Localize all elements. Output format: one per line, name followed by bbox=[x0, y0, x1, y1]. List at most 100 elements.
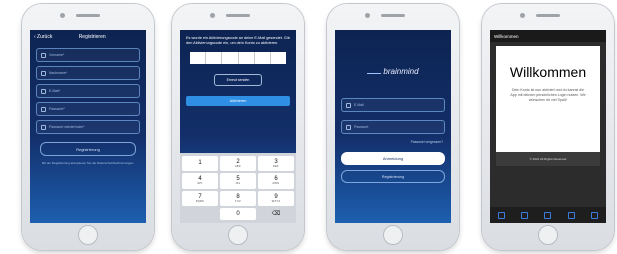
activate-button[interactable]: Aktivieren bbox=[186, 96, 290, 107]
mail-icon bbox=[41, 88, 46, 94]
camera-icon bbox=[365, 13, 370, 18]
key-number: 9 bbox=[274, 193, 278, 200]
home-button[interactable] bbox=[383, 225, 403, 245]
email-field[interactable]: E-Mail bbox=[341, 98, 445, 112]
key-letters: TUV bbox=[235, 199, 241, 203]
password-field[interactable]: Passwort* bbox=[36, 102, 140, 116]
page-title: Registrieren bbox=[78, 34, 106, 40]
key-letters: MNO bbox=[272, 182, 280, 186]
code-digit-box[interactable] bbox=[190, 52, 207, 65]
key-number: 7 bbox=[198, 193, 202, 200]
first-name-field[interactable]: Vorname* bbox=[36, 48, 140, 62]
profile-icon[interactable] bbox=[590, 211, 598, 219]
terms-text: Mit der Registrierung akzeptieren Sie di… bbox=[41, 161, 135, 165]
lock-icon bbox=[41, 124, 46, 130]
back-button[interactable]: ‹ Zurück bbox=[34, 34, 52, 40]
home-button[interactable] bbox=[78, 225, 98, 245]
code-digit-box[interactable] bbox=[206, 52, 223, 65]
welcome-screen: Willkommen Willkommen Dein Konto ist nun… bbox=[490, 30, 606, 223]
activation-info-text: Es wurde ein Aktivierungscode an deine E… bbox=[186, 36, 290, 46]
key-letters: DEF bbox=[273, 164, 279, 168]
camera-icon bbox=[210, 13, 215, 18]
nav-bar: ‹ Zurück Registrieren bbox=[30, 30, 146, 44]
login-screen: brainmind E-Mail Passwort Passwort verge… bbox=[335, 30, 451, 223]
activation-screen: Es wurde ein Aktivierungscode an deine E… bbox=[180, 30, 296, 223]
field-placeholder: Passwort* bbox=[49, 107, 65, 111]
welcome-card: Willkommen Dein Konto ist nun aktiviert … bbox=[496, 46, 600, 152]
key-letters: PQRS bbox=[195, 199, 205, 203]
backspace-icon: ⌫ bbox=[271, 211, 281, 218]
email-field[interactable]: E-Mail* bbox=[36, 84, 140, 98]
speaker-grille bbox=[381, 14, 405, 17]
password-field[interactable]: Passwort bbox=[341, 120, 445, 134]
register-screen: ‹ Zurück Registrieren Vorname* Nachname*… bbox=[30, 30, 146, 223]
key-letters: JKL bbox=[235, 182, 241, 186]
field-placeholder: E-Mail* bbox=[49, 89, 61, 93]
password-repeat-field[interactable]: Passwort wiederholen* bbox=[36, 120, 140, 134]
key-2[interactable]: 2 ABC bbox=[220, 156, 256, 172]
field-placeholder: Passwort wiederholen* bbox=[49, 125, 85, 129]
brand-logo: brainmind bbox=[335, 66, 451, 76]
camera-icon bbox=[60, 13, 65, 18]
code-digit-box[interactable] bbox=[239, 52, 255, 65]
home-button[interactable] bbox=[538, 225, 558, 245]
key-8[interactable]: 8 TUV bbox=[220, 190, 256, 207]
speaker-grille bbox=[76, 14, 100, 17]
user-icon bbox=[41, 70, 46, 76]
key-0[interactable]: 0 bbox=[220, 208, 256, 220]
numeric-keypad: 1 2 ABC 3 DEF 4 GHI 5 JKL 6 MNO 7 PQRS 8 TUV 9W… bbox=[180, 153, 296, 223]
register-button[interactable]: Registrierung bbox=[341, 170, 445, 183]
code-digit-box[interactable] bbox=[222, 52, 239, 65]
home-icon[interactable] bbox=[498, 211, 506, 219]
key-7[interactable]: 7 PQRS bbox=[182, 190, 218, 207]
forgot-password-link[interactable]: Passwort vergessen? bbox=[335, 140, 443, 144]
home-button[interactable] bbox=[228, 225, 248, 245]
key-letters: ABC bbox=[234, 164, 242, 168]
welcome-text: Dein Konto ist nun aktiviert und du kann… bbox=[510, 88, 586, 102]
tab-bar bbox=[490, 207, 606, 223]
key-6[interactable]: 6 MNO bbox=[258, 173, 294, 189]
field-placeholder: Passwort bbox=[354, 125, 369, 129]
code-digit-box[interactable] bbox=[255, 52, 271, 65]
key-number: 8 bbox=[236, 193, 240, 200]
key-letters: WXYZ bbox=[271, 199, 281, 203]
chart-icon[interactable] bbox=[544, 211, 552, 219]
logo-text: brainmind bbox=[383, 67, 419, 76]
key-number: 1 bbox=[198, 160, 202, 167]
lock-icon bbox=[346, 124, 351, 130]
key-9[interactable]: 9 WXYZ bbox=[258, 190, 294, 207]
key-5[interactable]: 5 JKL bbox=[220, 173, 256, 189]
field-placeholder: Vorname* bbox=[49, 53, 65, 57]
calendar-icon[interactable] bbox=[521, 211, 529, 219]
backspace-key[interactable]: ⌫ bbox=[258, 208, 294, 220]
lock-icon bbox=[41, 106, 46, 112]
resend-button[interactable]: Erneut senden bbox=[214, 74, 262, 87]
list-icon[interactable] bbox=[567, 211, 575, 219]
copyright-text: © 2021 All Rights Reserved bbox=[496, 152, 600, 166]
activation-code-input[interactable] bbox=[190, 52, 286, 65]
camera-icon bbox=[520, 13, 525, 18]
speaker-grille bbox=[226, 14, 250, 17]
code-digit-box[interactable] bbox=[271, 52, 286, 64]
login-button[interactable]: Anmeldung bbox=[341, 152, 445, 165]
register-button[interactable]: Registrierung bbox=[40, 142, 136, 156]
top-bar-title: Willkommen bbox=[490, 30, 606, 42]
key-blank bbox=[182, 208, 218, 220]
key-letters: GHI bbox=[197, 182, 203, 186]
phone-frame-activation: Es wurde ein Aktivierungscode an deine E… bbox=[172, 4, 304, 250]
mail-icon bbox=[346, 102, 351, 108]
field-placeholder: E-Mail bbox=[354, 103, 364, 107]
phone-frame-register: ‹ Zurück Registrieren Vorname* Nachname*… bbox=[22, 4, 154, 250]
speaker-grille bbox=[536, 14, 560, 17]
key-3[interactable]: 3 DEF bbox=[258, 156, 294, 172]
logo-mark-icon bbox=[367, 66, 382, 74]
phone-frame-login: brainmind E-Mail Passwort Passwort verge… bbox=[327, 4, 459, 250]
welcome-heading: Willkommen bbox=[509, 64, 587, 80]
key-number: 0 bbox=[236, 211, 240, 218]
field-placeholder: Nachname* bbox=[49, 71, 68, 75]
user-icon bbox=[41, 52, 46, 58]
key-4[interactable]: 4 GHI bbox=[182, 173, 218, 189]
phone-frame-welcome: Willkommen Willkommen Dein Konto ist nun… bbox=[482, 4, 614, 250]
key-1[interactable]: 1 bbox=[182, 156, 218, 172]
last-name-field[interactable]: Nachname* bbox=[36, 66, 140, 80]
